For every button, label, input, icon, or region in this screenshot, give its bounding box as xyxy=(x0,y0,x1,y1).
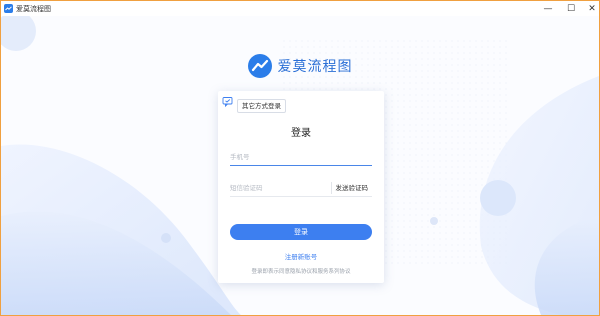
phone-field xyxy=(230,148,372,166)
close-button[interactable]: ✕ xyxy=(580,1,600,16)
phone-input[interactable] xyxy=(230,152,372,161)
agreement-text: 登录即表示同意隐私协议和服务系列协议 xyxy=(251,269,351,275)
register-link[interactable]: 注册新账号 xyxy=(218,251,384,261)
minimize-button[interactable]: — xyxy=(536,1,560,16)
send-code-button[interactable]: 发送验证码 xyxy=(330,182,372,194)
title-bar: 爱莫流程图 — ☐ ✕ xyxy=(1,1,599,16)
background: 爱莫流程图 其它方式登录 登录 发送验证码 登录 注册新账号 登录即表示同意隐私… xyxy=(1,16,599,315)
window-title: 爱莫流程图 xyxy=(16,4,51,13)
brand: 爱莫流程图 xyxy=(1,54,599,78)
brand-logo-icon xyxy=(247,54,272,78)
brand-name: 爱莫流程图 xyxy=(277,59,353,75)
app-logo-icon xyxy=(4,4,13,13)
other-login-tooltip[interactable]: 其它方式登录 xyxy=(237,99,286,113)
sms-code-field: 发送验证码 xyxy=(230,179,372,197)
login-title: 登录 xyxy=(291,128,311,139)
login-card: 其它方式登录 登录 发送验证码 登录 注册新账号 登录即表示同意隐私协议和服务系… xyxy=(218,91,384,283)
login-button[interactable]: 登录 xyxy=(230,224,372,240)
switch-login-method-icon[interactable] xyxy=(222,96,234,108)
